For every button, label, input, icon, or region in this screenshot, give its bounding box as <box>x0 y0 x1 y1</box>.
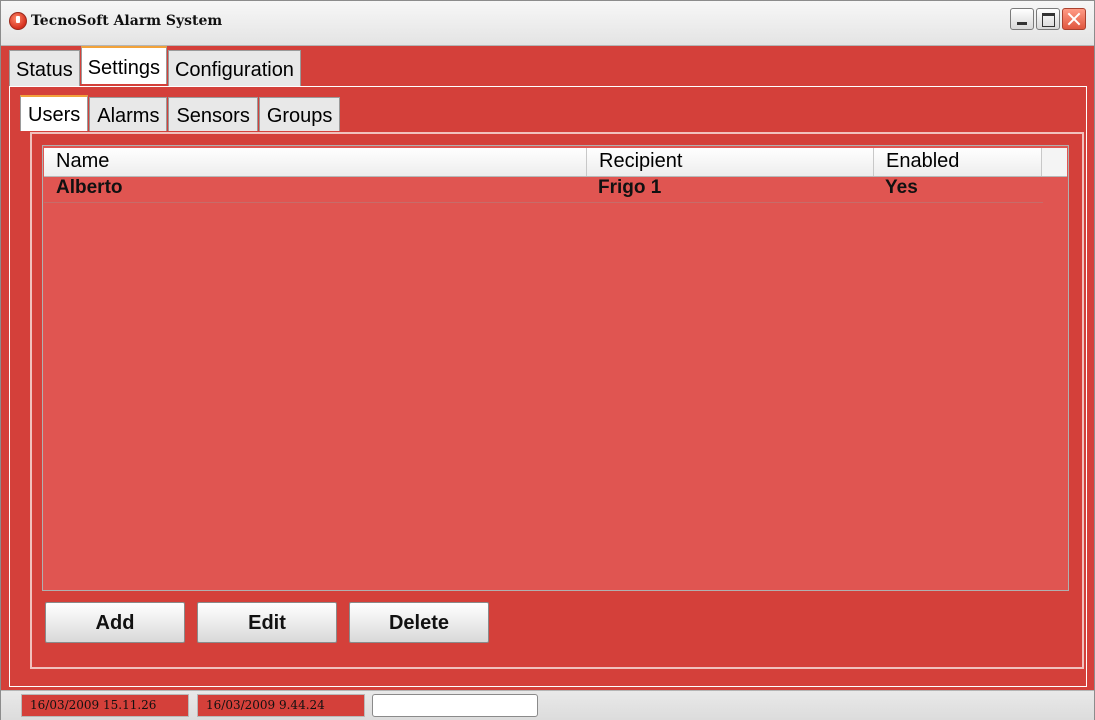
top-tab-bar: Status Settings Configuration <box>9 46 302 88</box>
table-row[interactable]: Alberto Frigo 1 Yes <box>44 176 1043 203</box>
minimize-icon[interactable] <box>1010 8 1034 30</box>
add-button[interactable]: Add <box>45 602 185 643</box>
settings-tab-bar: Users Alarms Sensors Groups <box>20 95 341 131</box>
tab-users[interactable]: Users <box>20 95 89 131</box>
users-table[interactable] <box>42 145 1069 591</box>
tab-settings[interactable]: Settings <box>80 46 167 84</box>
status-bar: 16/03/2009 15.11.26 16/03/2009 9.44.24 <box>1 690 1094 720</box>
column-header-filler <box>1041 148 1067 176</box>
cell-recipient: Frigo 1 <box>598 177 662 198</box>
column-header-enabled[interactable]: Enabled <box>873 148 1041 176</box>
window-title: TecnoSoft Alarm System <box>31 13 223 29</box>
cell-enabled: Yes <box>885 177 918 198</box>
column-header-name[interactable]: Name <box>44 148 586 176</box>
status-progress-bar <box>372 694 538 717</box>
status-timestamp-1: 16/03/2009 15.11.26 <box>21 694 189 717</box>
column-header-recipient[interactable]: Recipient <box>586 148 873 176</box>
table-header: Name Recipient Enabled <box>44 148 1067 177</box>
delete-button[interactable]: Delete <box>349 602 489 643</box>
tab-sensors[interactable]: Sensors <box>168 97 258 131</box>
tab-groups[interactable]: Groups <box>258 97 341 131</box>
maximize-icon[interactable] <box>1036 8 1060 30</box>
title-bar[interactable]: TecnoSoft Alarm System <box>1 1 1094 46</box>
main-window: TecnoSoft Alarm System Status Settings C… <box>0 0 1095 720</box>
edit-button[interactable]: Edit <box>197 602 337 643</box>
alarm-app-icon <box>9 12 27 30</box>
status-timestamp-2: 16/03/2009 9.44.24 <box>197 694 365 717</box>
close-icon[interactable] <box>1062 8 1086 30</box>
tab-configuration[interactable]: Configuration <box>167 50 301 86</box>
cell-name: Alberto <box>56 177 123 198</box>
tab-status[interactable]: Status <box>9 50 80 86</box>
tab-alarms[interactable]: Alarms <box>89 97 168 131</box>
